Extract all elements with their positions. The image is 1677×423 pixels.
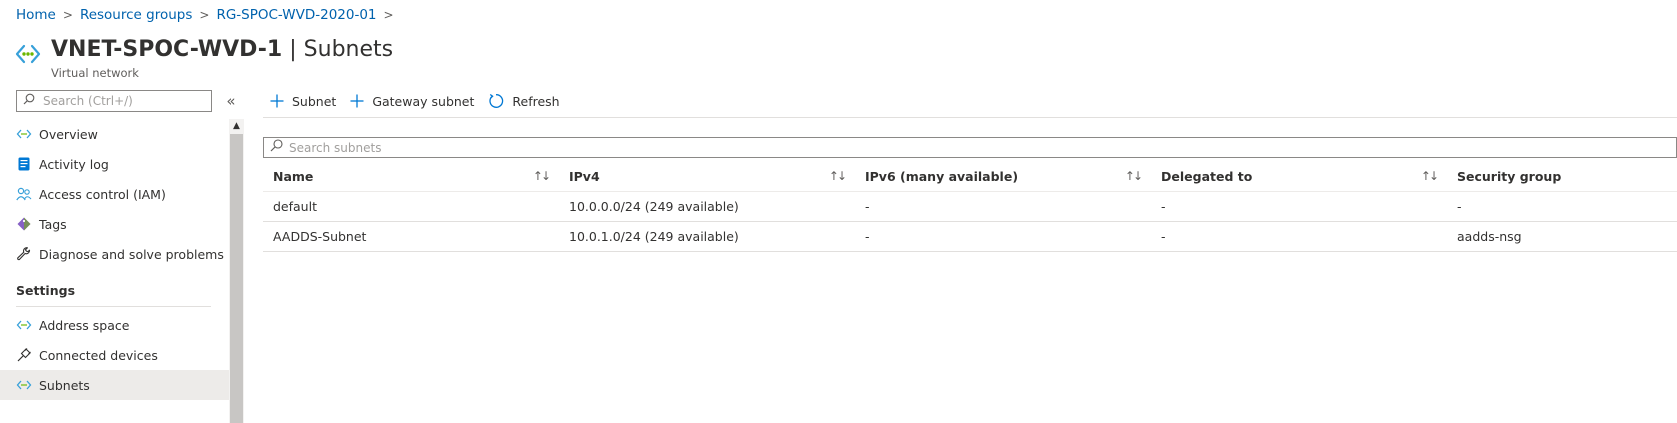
cell-security-group: -: [1457, 199, 1462, 214]
cell-name: AADDS-Subnet: [273, 229, 367, 244]
cell-ipv6: -: [865, 199, 870, 214]
plug-icon: [16, 347, 32, 363]
table-row[interactable]: AADDS-Subnet 10.0.1.0/24 (249 available)…: [263, 222, 1677, 252]
vnet-icon: [16, 377, 32, 393]
sidebar-item-iam[interactable]: Access control (IAM): [0, 179, 229, 209]
resource-name: VNET-SPOC-WVD-1: [51, 37, 283, 62]
sort-icon[interactable]: ↑↓: [1125, 169, 1143, 183]
column-header-security-group[interactable]: Security group: [1447, 161, 1677, 191]
sidebar-item-connected-devices[interactable]: Connected devices: [0, 340, 229, 370]
cell-delegated-to: -: [1161, 229, 1166, 244]
sidebar-item-activity-log[interactable]: Activity log: [0, 149, 229, 179]
resource-type: Virtual network: [51, 66, 139, 80]
sidebar-item-address-space[interactable]: Address space: [0, 310, 229, 340]
column-header-name[interactable]: Name ↑↓: [263, 161, 559, 191]
cell-ipv6: -: [865, 229, 870, 244]
sidebar-item-label: Connected devices: [39, 347, 158, 363]
cell-security-group: aadds-nsg: [1457, 229, 1522, 244]
sidebar-item-subnets[interactable]: Subnets: [0, 370, 229, 400]
cell-ipv4: 10.0.1.0/24 (249 available): [569, 229, 739, 244]
add-subnet-button[interactable]: Subnet: [270, 94, 336, 109]
chevron-right-icon: >: [62, 8, 73, 22]
section-settings: Settings: [16, 283, 76, 298]
section-divider: [16, 306, 211, 307]
breadcrumb-home[interactable]: Home: [16, 7, 56, 23]
wrench-icon: [16, 246, 32, 262]
title-divider: |: [289, 37, 297, 62]
menu-search-box[interactable]: [16, 90, 212, 112]
subnets-table: Name ↑↓ IPv4 ↑↓ IPv6 (many available) ↑↓ De…: [263, 161, 1677, 252]
plus-icon: [270, 94, 284, 108]
iam-icon: [16, 186, 32, 202]
column-header-delegated-to[interactable]: Delegated to ↑↓: [1151, 161, 1447, 191]
sidebar-item-overview[interactable]: Overview: [0, 119, 229, 149]
breadcrumb-resource-group[interactable]: RG-SPOC-WVD-2020-01: [216, 7, 376, 23]
cell-name: default: [273, 199, 317, 214]
column-label: IPv4: [569, 168, 600, 184]
tag-icon: [16, 216, 32, 232]
sidebar-item-label: Diagnose and solve problems: [39, 246, 224, 262]
table-row[interactable]: default 10.0.0.0/24 (249 available) - - …: [263, 192, 1677, 222]
sort-icon[interactable]: ↑↓: [1421, 169, 1439, 183]
sidebar-item-label: Tags: [39, 216, 67, 232]
column-header-ipv6[interactable]: IPv6 (many available) ↑↓: [855, 161, 1151, 191]
cell-delegated-to: -: [1161, 199, 1166, 214]
command-bar: Subnet Gateway subnet Refresh: [270, 90, 574, 112]
command-bar-divider: [263, 117, 1677, 118]
add-subnet-label: Subnet: [292, 93, 337, 109]
nav-list: Overview Activity log Access control (IA…: [0, 119, 229, 400]
table-header-row: Name ↑↓ IPv4 ↑↓ IPv6 (many available) ↑↓ De…: [263, 161, 1677, 192]
sidebar-item-label: Subnets: [39, 377, 90, 393]
scroll-thumb[interactable]: [230, 134, 243, 423]
refresh-icon: [488, 93, 504, 109]
search-icon: [270, 139, 283, 156]
column-label: Name: [273, 168, 314, 184]
page-header: VNET-SPOC-WVD-1 | Subnets Virtual networ…: [14, 36, 393, 80]
column-header-ipv4[interactable]: IPv4 ↑↓: [559, 161, 855, 191]
resource-menu: « Overview Activity log Access control (…: [0, 86, 244, 423]
sidebar-item-label: Access control (IAM): [39, 186, 166, 202]
chevron-right-icon: >: [199, 8, 210, 22]
scroll-up-icon[interactable]: ▲: [229, 119, 244, 133]
subnet-search-box[interactable]: [263, 137, 1677, 158]
vnet-icon: [16, 317, 32, 333]
breadcrumb-resource-groups[interactable]: Resource groups: [80, 7, 192, 23]
blade-name: Subnets: [303, 37, 394, 62]
sort-icon[interactable]: ↑↓: [829, 169, 847, 183]
column-label: IPv6 (many available): [865, 168, 1019, 184]
refresh-label: Refresh: [512, 93, 560, 109]
vnet-icon: [16, 126, 32, 142]
refresh-button[interactable]: Refresh: [488, 93, 560, 109]
chevron-right-icon: >: [383, 8, 394, 22]
cell-ipv4: 10.0.0.0/24 (249 available): [569, 199, 739, 214]
menu-scrollbar[interactable]: ▲: [229, 119, 244, 423]
activity-log-icon: [16, 156, 32, 172]
column-label: Delegated to: [1161, 168, 1253, 184]
search-icon: [23, 93, 35, 109]
sidebar-item-label: Address space: [39, 317, 130, 333]
sidebar-item-diagnose[interactable]: Diagnose and solve problems: [0, 239, 229, 269]
column-label: Security group: [1457, 168, 1562, 184]
sidebar-item-tags[interactable]: Tags: [0, 209, 229, 239]
page-title: VNET-SPOC-WVD-1 | Subnets: [51, 36, 393, 64]
add-gateway-subnet-label: Gateway subnet: [372, 93, 475, 109]
menu-search-input[interactable]: [43, 94, 193, 108]
subnet-search-input[interactable]: [289, 140, 689, 155]
sidebar-item-label: Overview: [39, 126, 98, 142]
sidebar-item-label: Activity log: [39, 156, 109, 172]
breadcrumb: Home > Resource groups > RG-SPOC-WVD-202…: [16, 7, 401, 23]
add-gateway-subnet-button[interactable]: Gateway subnet: [350, 94, 474, 109]
sort-icon[interactable]: ↑↓: [533, 169, 551, 183]
plus-icon: [350, 94, 364, 108]
collapse-menu-button[interactable]: «: [224, 90, 238, 112]
virtual-network-icon: [14, 40, 42, 68]
